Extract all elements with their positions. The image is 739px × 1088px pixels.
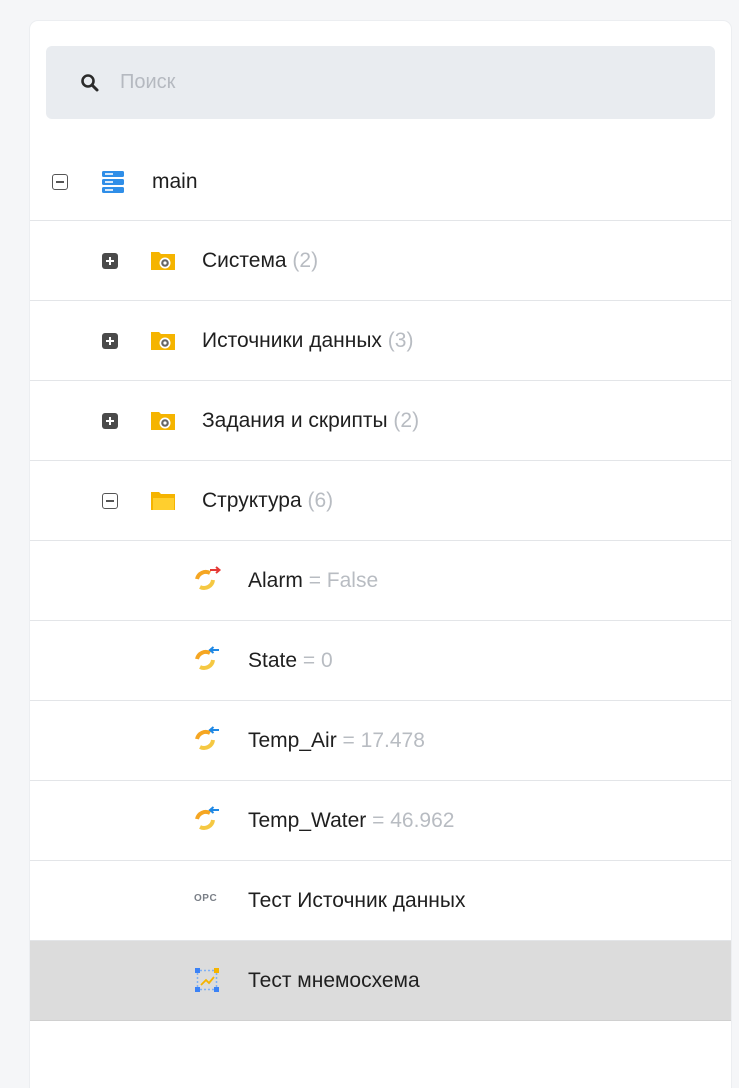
collapse-toggle[interactable] (52, 174, 68, 190)
collapse-toggle[interactable] (102, 493, 118, 509)
system-folder-icon (151, 332, 175, 350)
node-label: Alarm = False (248, 569, 378, 593)
system-folder-icon (151, 252, 175, 270)
tree-node-sistema[interactable]: Система (2) (30, 221, 731, 301)
mnemo-scheme-icon (195, 968, 219, 992)
node-label: State = 0 (248, 649, 333, 673)
node-label: Тест Источник данных (248, 889, 466, 912)
expand-toggle[interactable] (102, 413, 118, 429)
folder-open-icon (151, 492, 175, 510)
tree-node-alarm[interactable]: Alarm = False (30, 541, 731, 621)
node-label-text: Система (202, 249, 287, 272)
expand-toggle[interactable] (102, 333, 118, 349)
node-value: = 46.962 (372, 809, 455, 832)
node-value: = 17.478 (342, 729, 425, 752)
tree-node-data-sources[interactable]: Источники данных (3) (30, 301, 731, 381)
node-count: (6) (307, 489, 334, 512)
node-label: Задания и скрипты (2) (202, 409, 419, 433)
node-value: = False (308, 569, 379, 592)
expand-toggle[interactable] (102, 253, 118, 269)
node-label: Источники данных (3) (202, 329, 413, 353)
tree-node-test-data-source[interactable]: OPC Тест Источник данных (30, 861, 731, 941)
node-count: (3) (387, 329, 414, 352)
node-count: (2) (292, 249, 319, 272)
tree-node-temp-water[interactable]: Temp_Water = 46.962 (30, 781, 731, 861)
node-label: Система (2) (202, 249, 318, 273)
node-label-text: Задания и скрипты (202, 409, 388, 432)
node-label-text: Temp_Air (248, 729, 337, 752)
node-label-text: Temp_Water (248, 809, 367, 832)
tree-node-main[interactable]: main (30, 143, 731, 221)
tree-node-temp-air[interactable]: Temp_Air = 17.478 (30, 701, 731, 781)
server-icon (102, 171, 124, 193)
node-label: Структура (6) (202, 489, 333, 513)
node-label-text: Структура (202, 489, 302, 512)
node-label: main (152, 170, 198, 193)
tag-input-icon (195, 726, 219, 750)
tree-view: main Система (2) Источники данных (3) За… (30, 143, 731, 1021)
tag-input-icon (195, 806, 219, 830)
search-icon (81, 73, 99, 91)
tag-input-icon (195, 646, 219, 670)
node-label: Temp_Water = 46.962 (248, 809, 454, 833)
tree-panel: main Система (2) (30, 21, 731, 1088)
node-label-text: State (248, 649, 298, 672)
tag-output-icon (195, 566, 222, 590)
opc-icon: OPC (194, 893, 218, 904)
node-label-text: Alarm (248, 569, 303, 592)
search-input[interactable] (118, 70, 682, 95)
tree-node-tasks-scripts[interactable]: Задания и скрипты (2) (30, 381, 731, 461)
system-folder-icon (151, 412, 175, 430)
node-value: = 0 (302, 649, 333, 672)
tree-node-structure[interactable]: Структура (6) (30, 461, 731, 541)
node-label: Temp_Air = 17.478 (248, 729, 425, 753)
tree-node-state[interactable]: State = 0 (30, 621, 731, 701)
search-box[interactable] (46, 46, 715, 119)
tree-node-test-mnemo[interactable]: Тест мнемосхема (30, 941, 731, 1021)
node-label-text: Источники данных (202, 329, 382, 352)
node-count: (2) (393, 409, 420, 432)
node-label: Тест мнемосхема (248, 969, 420, 992)
